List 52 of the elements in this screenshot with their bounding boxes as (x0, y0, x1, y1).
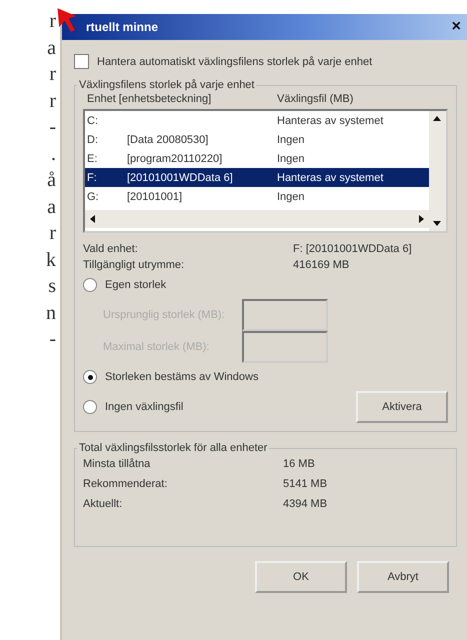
column-header: Växlingsfil (MB) (277, 93, 354, 105)
page-text-fragment: a (47, 36, 57, 60)
radio-button[interactable] (83, 400, 97, 414)
input-field[interactable] (242, 331, 328, 363)
input-field[interactable] (242, 299, 328, 331)
column-header: Enhet [enhetsbeteckning] (87, 93, 212, 105)
activate-button[interactable]: Aktivera (356, 391, 448, 423)
page-text-fragment: - (49, 327, 57, 352)
page-text-fragment: å (47, 168, 57, 193)
close-button[interactable]: × (450, 18, 463, 36)
drive-row[interactable]: D: [Data 20080530] Ingen (85, 130, 429, 149)
horizontal-scrollbar[interactable] (85, 210, 429, 228)
drive-row[interactable]: E: [program20110220] Ingen (85, 149, 429, 168)
radio-label: Ingen växlingsfil (105, 401, 184, 413)
total-label: Aktuellt: (83, 498, 124, 510)
dialog-button[interactable]: OK (255, 561, 347, 593)
vertical-scrollbar[interactable] (429, 111, 446, 231)
drive-row[interactable]: F: [20101001WDData 6] Hanteras av systemet (85, 168, 429, 187)
radio-button[interactable] (83, 370, 97, 384)
checkbox[interactable] (74, 54, 89, 69)
dialog-button[interactable]: Avbryt (357, 561, 449, 593)
checkbox-label: Hantera automatiskt växlingsfilens storlek på varje enhet (97, 56, 372, 68)
radio-label: Storleken bestäms av Windows (105, 371, 258, 383)
page-text-fragment: . (51, 142, 57, 166)
page-text-fragment: r (49, 88, 57, 114)
scroll-arrow-icon[interactable] (432, 114, 442, 124)
radio-button[interactable] (83, 278, 97, 292)
cursor-arrow-icon (56, 6, 78, 34)
total-value: 5141 MB (283, 478, 328, 490)
page-text-fragment: s (48, 274, 57, 299)
drive-row[interactable]: C: Hanteras av systemet (85, 111, 429, 130)
group-title: Växlingsfilens storlek på varje enhet (78, 79, 256, 91)
page-text-fragment: r (49, 9, 57, 34)
page-text-fragment: r (49, 221, 57, 246)
page-text-fragment: k (46, 248, 57, 272)
page-text-fragment: - (49, 115, 57, 140)
total-label: Minsta tillåtna (83, 458, 152, 470)
radio-label: Egen storlek (105, 279, 166, 291)
total-value: 16 MB (283, 458, 316, 470)
info-label: Vald enhet: (83, 243, 139, 255)
group-title: Total växlingsfilsstorlek för alla enheter (78, 442, 268, 454)
page-text-fragment: n (46, 300, 57, 326)
drive-row[interactable]: G: [20101001] Ingen (85, 187, 429, 206)
total-label: Rekommenderat: (83, 478, 168, 490)
info-value: F: [20101001WDData 6] (293, 243, 413, 255)
info-label: Tillgängligt utrymme: (83, 259, 186, 271)
scroll-arrow-icon[interactable] (88, 214, 98, 224)
info-value: 416169 MB (293, 259, 350, 271)
window-title: rtuellt minne (86, 20, 158, 34)
total-value: 4394 MB (283, 498, 328, 510)
page-text-fragment: a (47, 194, 57, 220)
page-text-fragment: r (49, 62, 57, 87)
